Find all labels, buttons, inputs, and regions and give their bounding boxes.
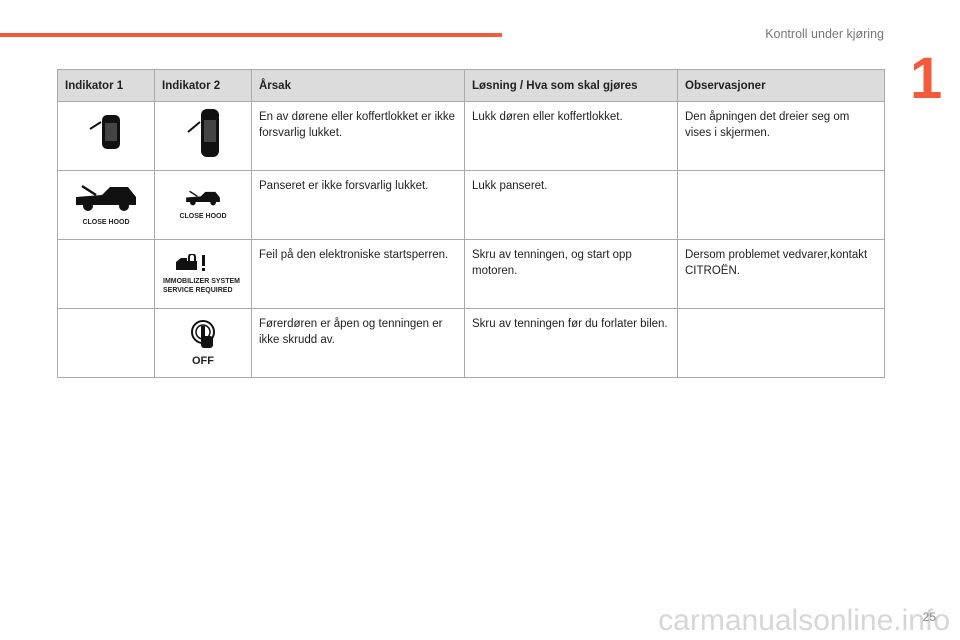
cause-cell: Feil på den elektroniske startsperren. <box>251 239 465 309</box>
solution-cell: Skru av tenningen før du forlater bilen. <box>464 308 678 378</box>
col-header: Observasjoner <box>677 69 885 102</box>
indicator-table: Indikator 1 Indikator 2 Årsak Løsning / … <box>57 69 885 378</box>
table-row: IMMOBILIZER SYSTEM SERVICE REQUIRED Feil… <box>57 239 885 309</box>
solution-cell: Lukk panseret. <box>464 170 678 240</box>
door-open-car-icon <box>89 114 120 149</box>
table-header: Indikator 1 Indikator 2 Årsak Løsning / … <box>57 69 885 102</box>
table-row: CLOSE HOOD CLOSE HOOD Panseret er ikke f… <box>57 170 885 240</box>
section-title: Kontroll under kjøring <box>765 27 884 41</box>
solution-cell: Skru av tenningen, og start opp motoren. <box>464 239 678 309</box>
notes-cell <box>677 170 885 240</box>
ignition-button-icon <box>191 319 215 348</box>
hood-open-icon <box>186 190 220 206</box>
door-open-car-icon <box>187 108 219 157</box>
icon-label: CLOSE HOOD <box>82 219 130 226</box>
icon-label: IMMOBILIZER SYSTEM SERVICE REQUIRED <box>163 277 240 294</box>
table-row: En av dørene eller koffertlokket er ikke… <box>57 101 885 171</box>
table-row: OFF Førerdøren er åpen og tenningen er i… <box>57 308 885 378</box>
col-header: Indikator 1 <box>57 69 155 102</box>
page-number: 25 <box>922 610 936 624</box>
col-header: Årsak <box>251 69 465 102</box>
cause-cell: Førerdøren er åpen og tenningen er ikke … <box>251 308 465 378</box>
chapter-number: 1 <box>910 46 943 111</box>
cause-cell: En av dørene eller koffertlokket er ikke… <box>251 101 465 171</box>
icon-label: CLOSE HOOD <box>179 213 227 220</box>
col-header: Løsning / Hva som skal gjøres <box>464 69 678 102</box>
notes-cell <box>677 308 885 378</box>
immobilizer-icon <box>176 252 205 271</box>
watermark: carmanualsonline.info <box>658 604 950 637</box>
notes-cell: Den åpningen det dreier seg om vises i s… <box>677 101 885 171</box>
col-header: Indikator 2 <box>154 69 252 102</box>
solution-cell: Lukk døren eller koffertlokket. <box>464 101 678 171</box>
notes-cell: Dersom problemet vedvarer,kontakt CITROË… <box>677 239 885 309</box>
hood-open-icon <box>76 184 136 211</box>
icon-label: OFF <box>192 354 214 367</box>
accent-bar <box>0 33 502 37</box>
cause-cell: Panseret er ikke forsvarlig lukket. <box>251 170 465 240</box>
